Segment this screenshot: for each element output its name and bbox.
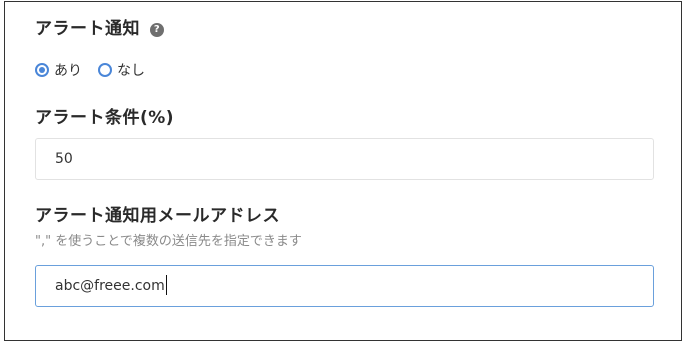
alert-email-value[interactable]: abc@freee.com [55, 278, 165, 294]
alert-email-hint: "," を使うことで複数の送信先を指定できます [35, 234, 302, 249]
radio-yes-button[interactable] [35, 63, 49, 77]
radio-yes-label[interactable]: あり [54, 60, 82, 80]
alert-condition-value[interactable]: 50 [55, 151, 73, 167]
text-caret [165, 275, 167, 295]
alert-condition-input[interactable]: 50 [35, 138, 654, 180]
alert-condition-title: アラート条件(%) [35, 108, 175, 128]
alert-notice-heading: アラート通知? [35, 18, 164, 40]
radio-option-yes[interactable]: あり [35, 60, 82, 80]
alert-email-title: アラート通知用メールアドレス [35, 206, 280, 226]
alert-email-input[interactable]: abc@freee.com [35, 265, 654, 307]
help-icon[interactable]: ? [150, 23, 164, 37]
alert-settings-panel: アラート通知? あり なし アラート条件(%) 50 アラート通知用メールアドレ… [4, 1, 682, 341]
radio-no-button[interactable] [98, 63, 112, 77]
alert-notice-title: アラート通知 [35, 19, 140, 39]
alert-notice-radio-group: あり なし [35, 60, 161, 80]
radio-no-label[interactable]: なし [117, 60, 145, 80]
radio-option-no[interactable]: なし [98, 60, 145, 80]
